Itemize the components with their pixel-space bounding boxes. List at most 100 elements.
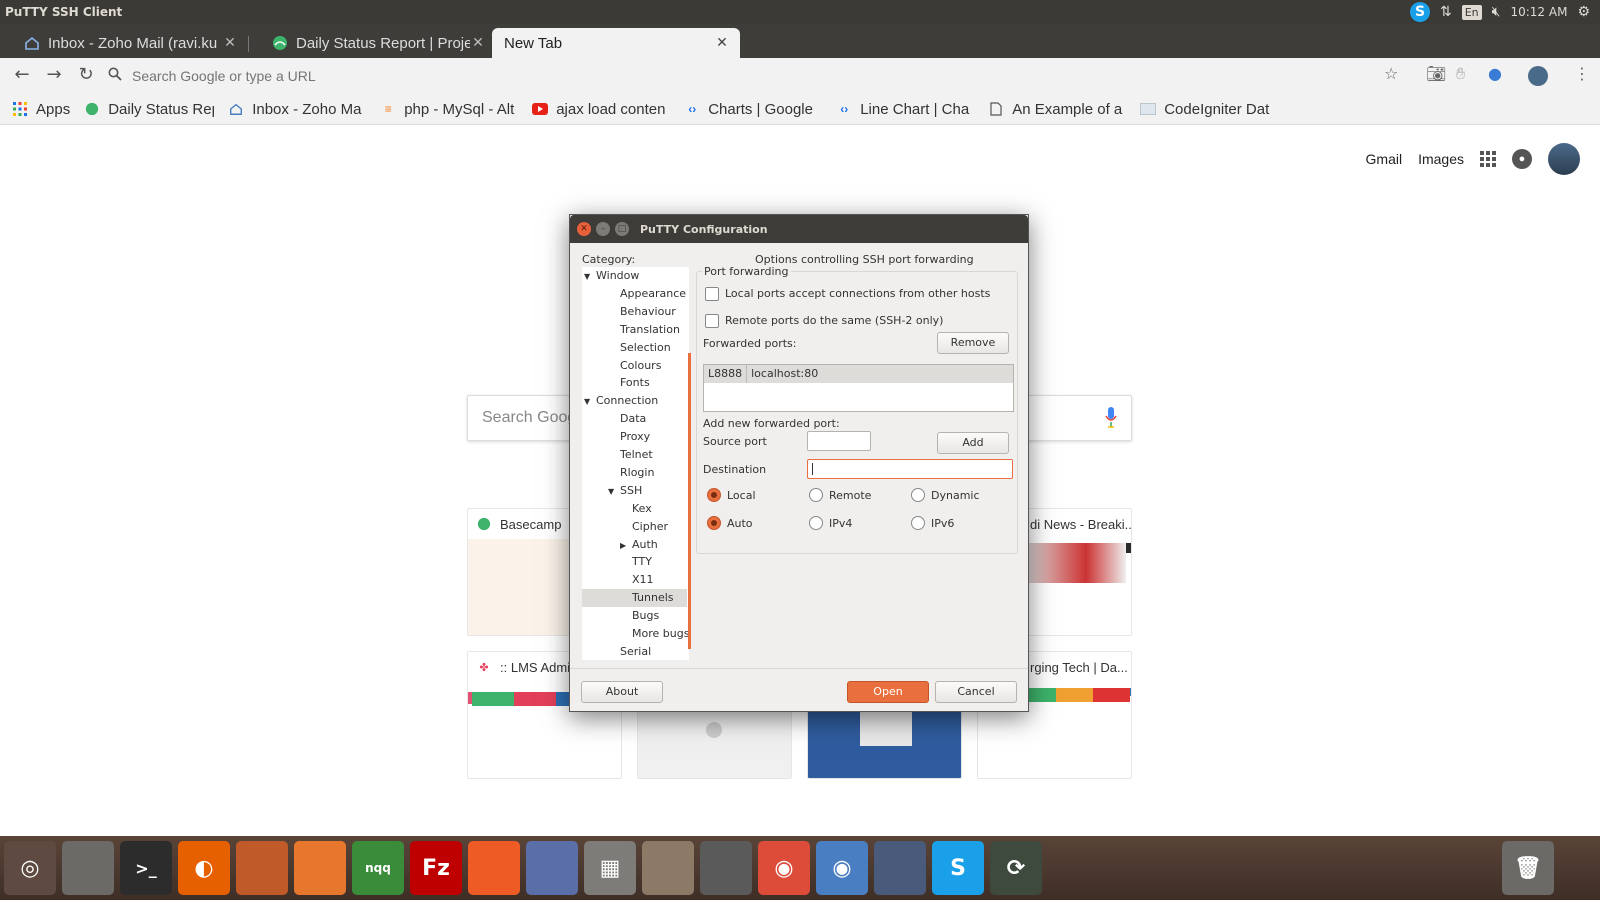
url-input[interactable] — [132, 68, 732, 84]
about-button[interactable]: About — [581, 681, 663, 703]
apps-grid-icon[interactable] — [1480, 151, 1496, 167]
destination-input[interactable] — [807, 459, 1013, 479]
ipv6-radio[interactable] — [911, 516, 925, 530]
tree-item-tty[interactable]: TTY — [582, 553, 652, 571]
tree-item-cipher[interactable]: Cipher — [582, 518, 668, 536]
bookmark-daily-status[interactable]: Daily Status Rep — [84, 101, 214, 118]
forward-arrow-icon[interactable]: → — [42, 64, 66, 85]
volume-muted-icon[interactable]: 🔇︎ — [1492, 4, 1501, 20]
dynamic-radio[interactable] — [911, 488, 925, 502]
tree-item-translation[interactable]: Translation — [582, 321, 680, 339]
trash-icon[interactable]: 🗑︎ — [1502, 841, 1554, 895]
category-tree[interactable]: ▼ Window Appearance Behaviour Translation Sel… — [582, 267, 689, 660]
extension-icon[interactable]: ✋︎ — [1456, 64, 1465, 84]
tree-item-auth[interactable]: ▶ Auth — [582, 536, 658, 554]
filezilla-icon[interactable]: Fz — [410, 841, 462, 895]
screenshot-icon[interactable] — [874, 841, 926, 895]
local-radio[interactable] — [707, 488, 721, 502]
menu-kebab-icon[interactable]: ⋮ — [1574, 64, 1590, 83]
clock[interactable]: 10:12 AM — [1510, 5, 1567, 19]
window-close-icon[interactable]: ✕ — [577, 222, 591, 236]
remote-radio[interactable] — [809, 488, 823, 502]
close-icon[interactable]: ✕ — [470, 35, 486, 51]
tree-item-telnet[interactable]: Telnet — [582, 446, 653, 464]
tree-item-tunnels[interactable]: Tunnels — [582, 589, 687, 608]
ubuntu-dash-icon[interactable]: ◎ — [4, 841, 56, 895]
local-accept-checkbox[interactable] — [705, 287, 719, 301]
inkscape-icon[interactable] — [700, 841, 752, 895]
gmail-link[interactable]: Gmail — [1366, 151, 1403, 167]
remove-button[interactable]: Remove — [937, 332, 1009, 354]
remote-same-checkbox[interactable] — [705, 314, 719, 328]
power-gear-icon[interactable]: ⚙︎ — [1577, 4, 1590, 20]
tree-item-colours[interactable]: Colours — [582, 357, 661, 375]
update-manager-icon[interactable]: ⟳ — [990, 841, 1042, 895]
tree-item-x11[interactable]: X11 — [582, 571, 654, 589]
tab-new-tab[interactable]: New Tab ✕ — [492, 28, 740, 58]
tree-item-window[interactable]: ▼ Window — [582, 267, 639, 285]
back-arrow-icon[interactable]: ← — [10, 64, 34, 85]
tree-item-bugs[interactable]: Bugs — [582, 607, 659, 625]
tree-item-fonts[interactable]: Fonts — [582, 374, 650, 392]
bookmark-example[interactable]: An Example of a — [988, 101, 1126, 118]
nqq-editor-icon[interactable]: nqq — [352, 841, 404, 895]
microphone-icon[interactable] — [1105, 406, 1117, 430]
calculator-icon[interactable]: ▦ — [584, 841, 636, 895]
tree-item-ssh[interactable]: ▼ SSH — [582, 482, 642, 500]
files-icon[interactable] — [62, 841, 114, 895]
bookmark-star-icon[interactable]: ☆ — [1384, 64, 1398, 83]
bookmark-ajax-load[interactable]: ajax load conten — [532, 101, 670, 118]
ipv4-radio[interactable] — [809, 516, 823, 530]
open-button[interactable]: Open — [847, 681, 929, 703]
postman-icon[interactable] — [468, 841, 520, 895]
skype-icon[interactable]: S — [932, 841, 984, 895]
skype-tray-icon[interactable]: S — [1409, 2, 1430, 22]
account-avatar[interactable] — [1548, 143, 1580, 175]
bookmark-charts-google[interactable]: ‹› Charts | Google — [684, 101, 822, 118]
tree-item-connection[interactable]: ▼ Connection — [582, 392, 658, 410]
expanded-triangle-icon[interactable]: ▼ — [608, 483, 620, 501]
tree-item-more-bugs[interactable]: More bugs — [582, 625, 689, 643]
bookmark-zoho-inbox[interactable]: Inbox - Zoho Ma — [228, 101, 366, 118]
close-icon[interactable]: ✕ — [222, 35, 238, 51]
window-minimize-icon[interactable]: – — [596, 222, 610, 236]
tree-item-selection[interactable]: Selection — [582, 339, 671, 357]
expanded-triangle-icon[interactable]: ▼ — [584, 393, 596, 411]
tree-item-behaviour[interactable]: Behaviour — [582, 303, 676, 321]
collapsed-triangle-icon[interactable]: ▶ — [620, 537, 632, 555]
tab-daily-status-report[interactable]: Daily Status Report | Proje ✕ — [248, 28, 496, 58]
auto-radio[interactable] — [707, 516, 721, 530]
camera-extension-icon[interactable]: 📷︎ — [1426, 64, 1446, 83]
source-port-input[interactable] — [807, 431, 871, 451]
bookmark-line-chart[interactable]: ‹› Line Chart | Cha — [836, 101, 974, 118]
terminal-icon[interactable]: >_ — [120, 841, 172, 895]
profile-avatar[interactable] — [1528, 66, 1548, 86]
globe-extension-icon[interactable]: ● — [1488, 64, 1502, 83]
tree-item-rlogin[interactable]: Rlogin — [582, 464, 654, 482]
bookmark-codeigniter[interactable]: CodeIgniter Dat — [1140, 101, 1278, 118]
network-icon[interactable]: ⇅ — [1440, 4, 1452, 20]
expanded-triangle-icon[interactable]: ▼ — [584, 268, 596, 286]
libreoffice-impress-icon[interactable] — [236, 841, 288, 895]
chrome-icon[interactable]: ◉ — [758, 841, 810, 895]
reload-icon[interactable]: ↻ — [74, 64, 98, 85]
bookmark-php-mysql[interactable]: ≡ php - MySql - Alt — [380, 101, 518, 118]
window-maximize-icon[interactable]: □ — [615, 222, 629, 236]
chromium-icon[interactable]: ◉ — [816, 841, 868, 895]
omnibox[interactable] — [108, 62, 1348, 90]
firefox-icon[interactable]: ◐ — [178, 841, 230, 895]
category-scrollbar[interactable] — [688, 353, 691, 649]
tab-zoho-mail[interactable]: Inbox - Zoho Mail (ravi.ku ✕ — [0, 28, 248, 58]
tree-item-serial[interactable]: Serial — [582, 643, 651, 660]
tree-item-kex[interactable]: Kex — [582, 500, 652, 518]
keyboard-layout-indicator[interactable]: En — [1461, 4, 1482, 20]
notifications-bell-icon[interactable]: ● — [1512, 149, 1532, 169]
putty-icon[interactable] — [526, 841, 578, 895]
tree-item-proxy[interactable]: Proxy — [582, 428, 650, 446]
software-center-icon[interactable] — [294, 841, 346, 895]
add-button[interactable]: Add — [937, 432, 1009, 454]
tree-item-appearance[interactable]: Appearance — [582, 285, 686, 303]
forwarded-ports-list[interactable]: L8888 localhost:80 — [703, 364, 1014, 412]
text-editor-icon[interactable] — [642, 841, 694, 895]
close-icon[interactable]: ✕ — [714, 35, 730, 51]
